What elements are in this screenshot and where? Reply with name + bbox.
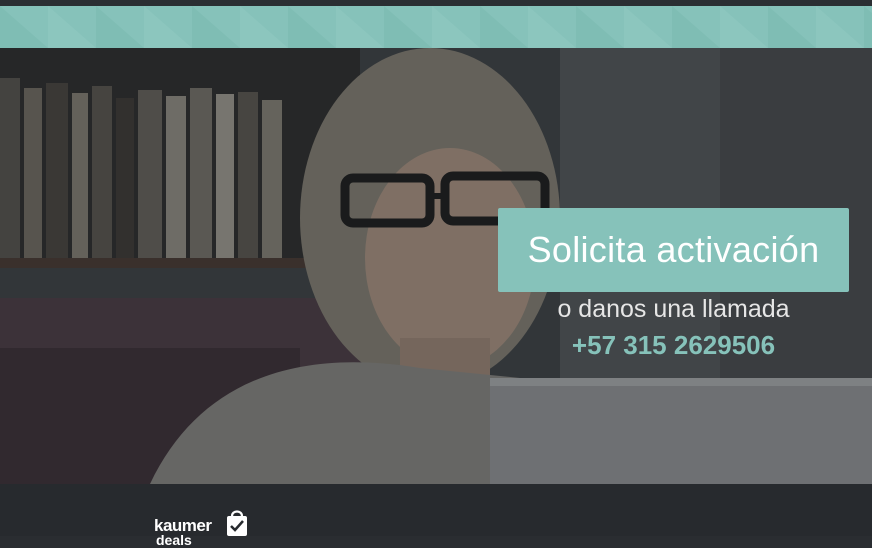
logo-subtext: deals [156,532,192,548]
footer [0,484,872,536]
request-activation-button[interactable]: Solicita activación [498,208,849,292]
teal-pattern-band [0,6,872,48]
call-us-text: o danos una llamada [557,295,790,323]
shopping-bag-icon [227,510,247,536]
kaumer-logo[interactable]: kaumer deals [154,506,254,548]
phone-number-link[interactable]: +57 315 2629506 [498,330,849,361]
